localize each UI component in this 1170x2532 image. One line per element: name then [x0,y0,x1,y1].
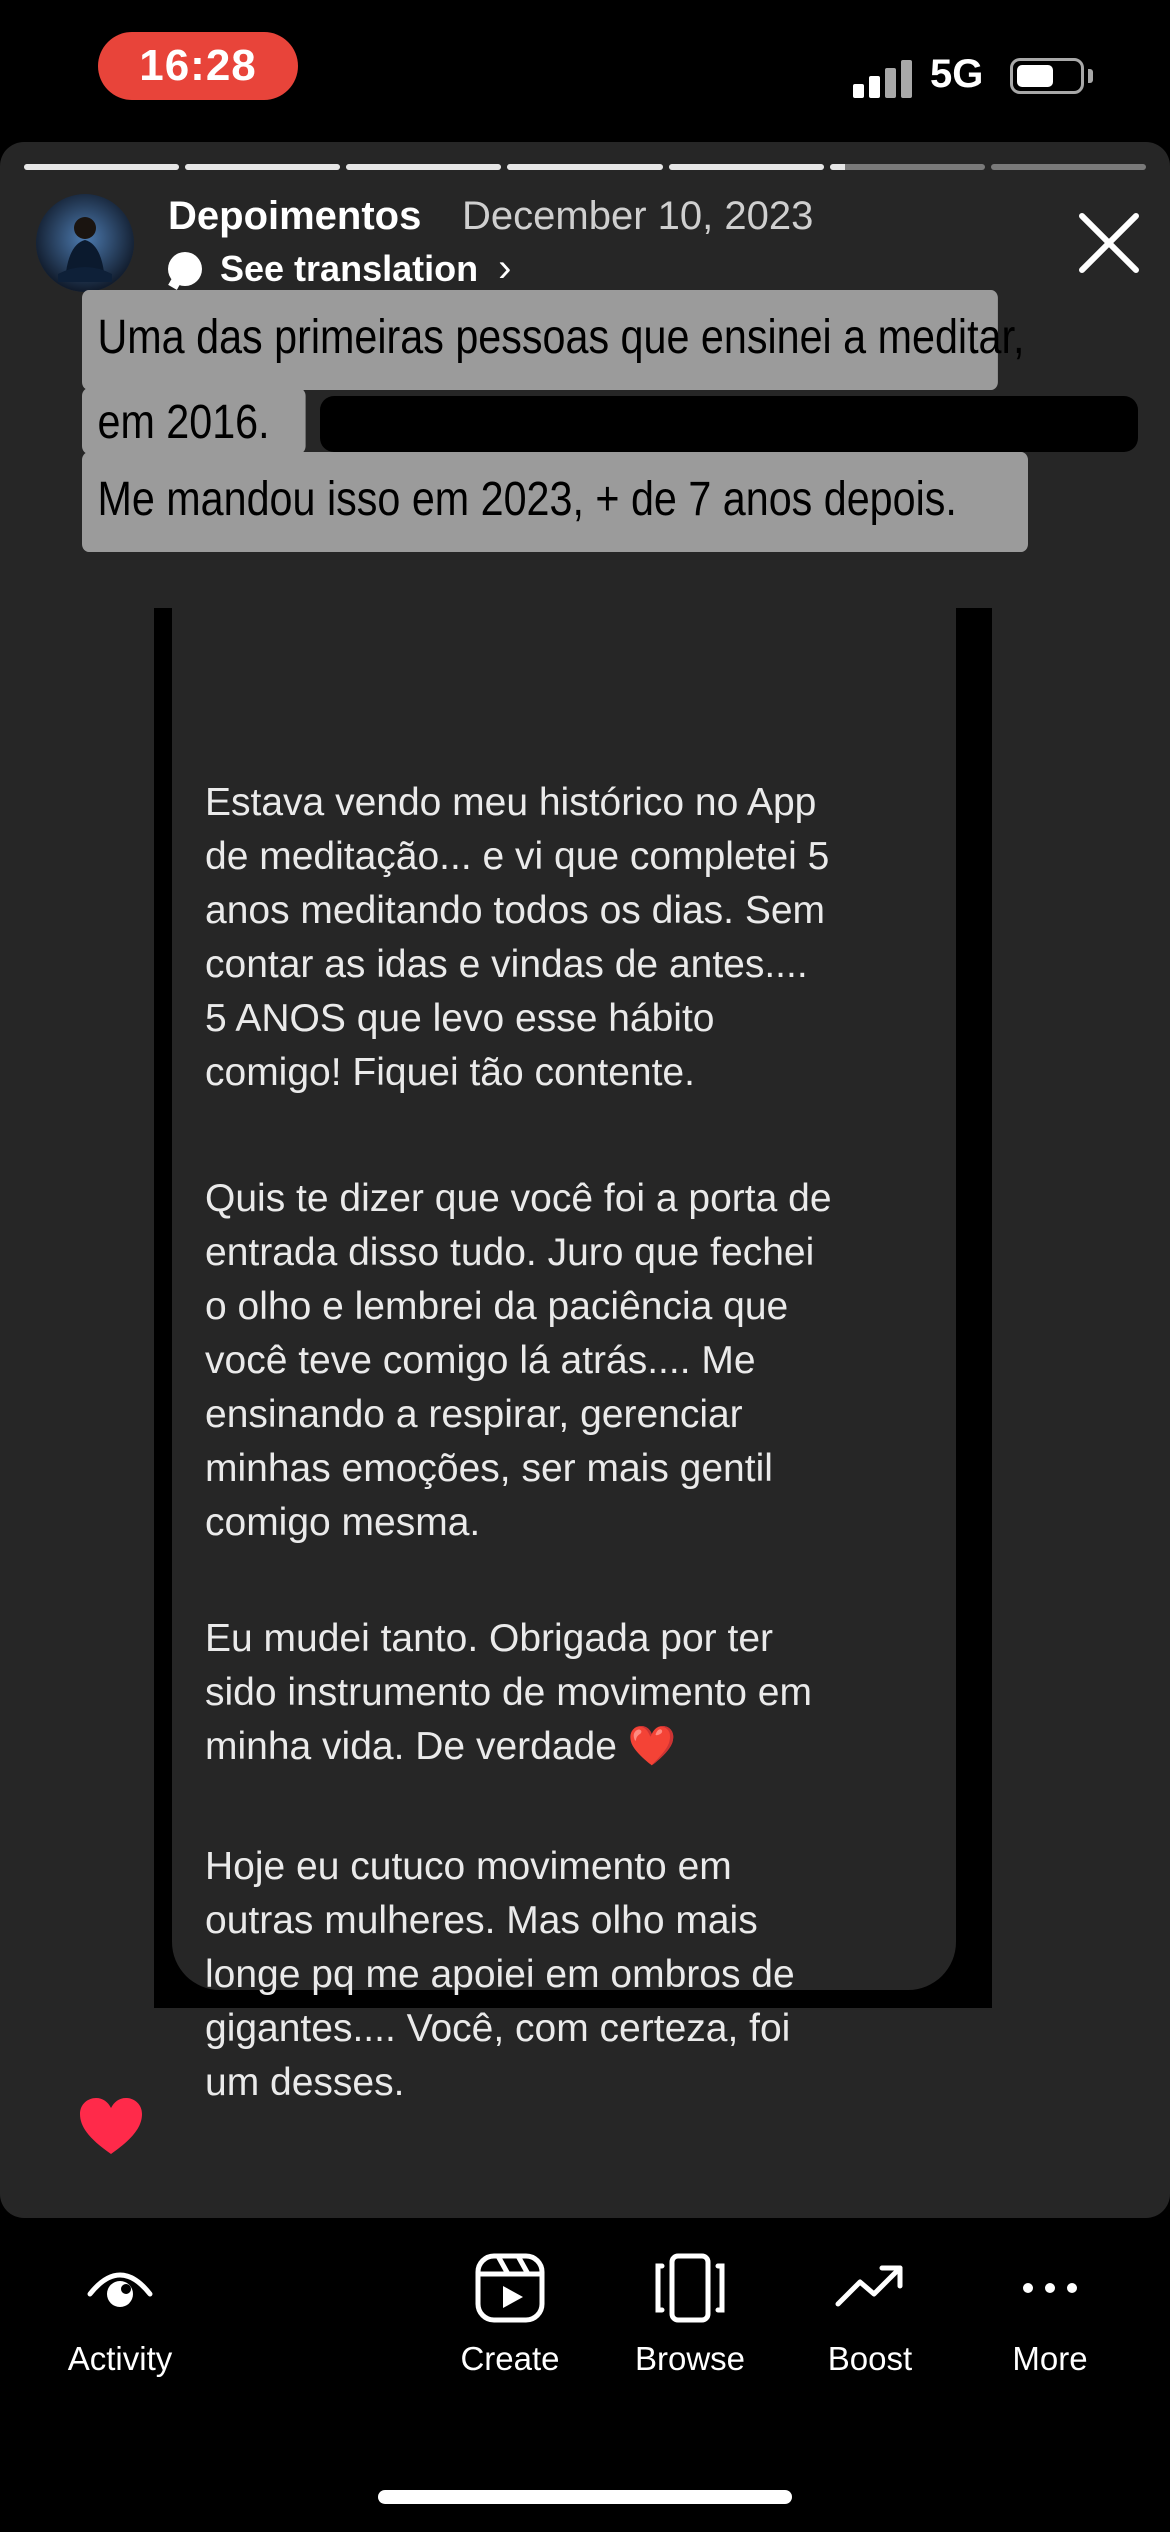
progress-segment [829,164,985,170]
heart-reaction-icon [78,2096,144,2158]
browse-label: Browse [634,2340,746,2377]
more-button[interactable]: More [970,2250,1130,2378]
caption-line-3: Me mandou isso em 2023, + de 7 anos depo… [82,452,1028,552]
activity-button[interactable]: Activity [40,2250,200,2378]
create-label: Create [460,2340,560,2377]
battery-icon [1010,58,1084,94]
more-icon [1023,2283,1077,2293]
avatar[interactable] [36,194,134,292]
post-date: December 10, 2023 [462,194,814,238]
progress-segment [668,164,824,170]
boost-button[interactable]: Boost [790,2250,950,2378]
more-label: More [1012,2340,1088,2377]
caption-line-1: Uma das primeiras pessoas que ensinei a … [82,290,1024,390]
status-time[interactable]: 16:28 [98,32,298,100]
message-paragraph-3: Eu mudei tanto. Obrigada por ter sido in… [205,1617,812,1768]
status-bar: 16:28 5G [0,0,1170,140]
activity-label: Activity [67,2340,173,2377]
story-toolbar: Activity Create Browse Boost More [0,2250,1170,2450]
progress-segment [990,164,1146,170]
close-button[interactable] [1076,210,1142,276]
story-viewer: 16:28 5G Depoimentos December 10, 2023 S… [0,0,1170,2532]
progress-segment [346,164,502,170]
home-indicator[interactable] [378,2490,792,2504]
account-name[interactable]: Depoimentos [168,194,421,239]
story-progress-bar [24,164,1146,170]
carousel-icon [655,2253,725,2323]
message-paragraph-1: Estava vendo meu histórico no App de med… [205,781,830,1094]
translate-icon [168,251,202,286]
network-type: 5G [930,52,984,96]
message-paragraph-2: Quis te dizer que você foi a porta de en… [205,1177,832,1544]
progress-segment [507,164,663,170]
message-paragraph-4: Hoje eu cutuco movimento em outras mulhe… [205,1845,795,2104]
battery-tip [1088,69,1093,83]
progress-segment [24,164,180,170]
see-translation-label: See translation [220,247,479,289]
boost-label: Boost [827,2340,913,2377]
caption-line-2: em 2016. [82,388,306,454]
trend-icon [835,2265,903,2307]
eye-icon [87,2272,153,2307]
signal-icon [853,58,913,98]
close-icon [1079,213,1139,273]
browse-button[interactable]: Browse [610,2250,770,2378]
reels-icon [475,2253,545,2323]
redaction-bar [320,396,1138,452]
chevron-right-icon: › [498,246,512,290]
create-button[interactable]: Create [430,2250,590,2378]
progress-segment [185,164,341,170]
see-translation-button[interactable]: See translation › [168,246,511,291]
